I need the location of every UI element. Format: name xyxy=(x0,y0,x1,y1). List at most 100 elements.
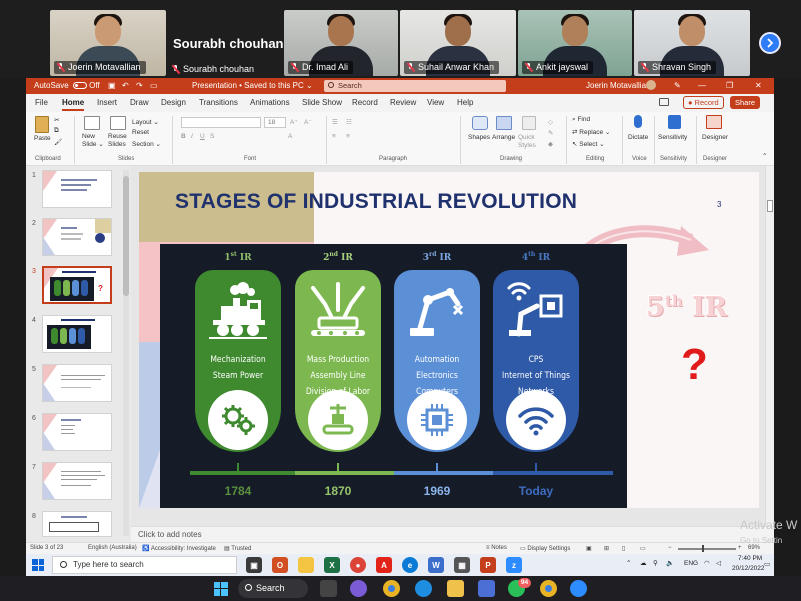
reading-view-icon[interactable]: ▯ xyxy=(622,545,625,552)
chrome-icon[interactable] xyxy=(383,580,400,597)
pen-icon[interactable]: ✎ xyxy=(674,81,681,90)
undo-icon[interactable]: ↶ xyxy=(122,81,129,90)
tab-review[interactable]: Review xyxy=(390,98,416,107)
slide-thumbnail[interactable] xyxy=(42,462,112,500)
zoom-app-icon[interactable]: z xyxy=(506,557,522,573)
tab-view[interactable]: View xyxy=(427,98,444,107)
notifications-icon[interactable]: ▭ xyxy=(764,560,770,568)
slide-thumbnail-selected[interactable]: ? xyxy=(42,266,112,304)
accessibility-status[interactable]: ♿ Accessibility: Investigate xyxy=(142,545,216,552)
office-icon[interactable]: O xyxy=(272,557,288,573)
reset-button[interactable]: Reset xyxy=(132,129,149,136)
slide-thumbnail[interactable] xyxy=(42,413,112,451)
reuse-slides-button[interactable]: Reuse Slides xyxy=(108,133,130,149)
participant-tile[interactable]: Dr. Imad Ali xyxy=(284,10,398,76)
arrange-button[interactable]: Arrange xyxy=(492,134,515,141)
windows-start-icon[interactable] xyxy=(212,580,229,597)
zoom-slider-handle[interactable] xyxy=(702,545,704,552)
search-input[interactable]: Search xyxy=(324,80,506,92)
redo-icon[interactable]: ↷ xyxy=(136,81,143,90)
find-button[interactable]: ⌕ Find xyxy=(572,116,590,124)
paste-button[interactable]: Paste xyxy=(34,135,51,142)
comments-icon[interactable] xyxy=(659,98,669,106)
section-button[interactable]: Section ⌄ xyxy=(132,140,161,148)
language-indicator[interactable]: ENG xyxy=(684,560,698,567)
new-slide-button[interactable]: New Slide ⌄ xyxy=(82,133,104,149)
wifi-icon[interactable]: ◠ xyxy=(704,559,710,567)
layout-button[interactable]: Layout ⌄ xyxy=(132,118,159,126)
slide-thumbnail[interactable] xyxy=(42,364,112,402)
notes-pane[interactable]: Click to add notes xyxy=(131,526,774,542)
host-search-button[interactable]: Search xyxy=(238,579,308,598)
edge-icon[interactable]: e xyxy=(402,557,418,573)
tab-insert[interactable]: Insert xyxy=(97,98,117,107)
participant-tile[interactable]: Suhail Anwar Khan xyxy=(400,10,516,76)
collapse-ribbon-icon[interactable]: ⌃ xyxy=(762,152,767,160)
volume-icon[interactable]: 🔈 xyxy=(666,559,674,567)
remote-search-input[interactable]: Type here to search xyxy=(52,556,237,574)
display-settings-button[interactable]: ▭ Display Settings xyxy=(520,545,570,552)
notes-toggle[interactable]: ≡ Notes xyxy=(486,545,507,551)
tab-home[interactable]: Home xyxy=(62,98,85,111)
document-title[interactable]: Presentation • Saved to this PC ⌄ xyxy=(192,81,313,90)
zoom-app-icon[interactable] xyxy=(570,580,587,597)
slide-thumbnail[interactable] xyxy=(42,218,112,256)
edge-icon[interactable] xyxy=(415,580,432,597)
zoom-slider[interactable] xyxy=(678,548,736,550)
zoom-out-icon[interactable]: − xyxy=(668,545,672,551)
sensitivity-button[interactable]: Sensitivity xyxy=(658,134,687,141)
tab-draw[interactable]: Draw xyxy=(130,98,149,107)
format-painter-icon[interactable]: 🖌 xyxy=(54,138,62,146)
slide-thumbnail[interactable] xyxy=(42,170,112,208)
autosave-toggle[interactable]: AutoSave Off xyxy=(34,81,100,90)
cloud-icon[interactable]: ☁ xyxy=(640,559,647,567)
replace-button[interactable]: ⇄ Replace ⌄ xyxy=(572,128,610,136)
slide-scrollbar[interactable] xyxy=(765,166,774,526)
task-view-icon[interactable] xyxy=(320,580,337,597)
tray-chevron-icon[interactable]: ⌃ xyxy=(626,559,631,567)
font-size-select[interactable]: 18 xyxy=(264,117,286,128)
font-color-icon[interactable]: A xyxy=(288,133,292,140)
italic-icon[interactable]: I xyxy=(191,133,193,140)
start-slideshow-icon[interactable]: ▭ xyxy=(150,81,158,90)
minimize-icon[interactable]: — xyxy=(698,81,706,90)
shape-fill-icon[interactable]: ◇ xyxy=(548,118,553,126)
slide-thumbnail[interactable] xyxy=(42,511,112,537)
tab-record[interactable]: Record xyxy=(352,98,378,107)
network-icon[interactable]: ⚲ xyxy=(653,559,658,567)
slideshow-view-icon[interactable]: ▭ xyxy=(640,545,646,552)
strikethrough-icon[interactable]: S xyxy=(210,133,214,140)
designer-button[interactable]: Designer xyxy=(702,134,728,141)
excel-icon[interactable]: X xyxy=(324,557,340,573)
file-explorer-icon[interactable] xyxy=(447,580,464,597)
share-button[interactable]: Share xyxy=(730,96,761,109)
shape-outline-icon[interactable]: ✎ xyxy=(548,129,553,137)
powerpoint-icon[interactable]: P xyxy=(480,557,496,573)
zoom-level[interactable]: 69% xyxy=(748,545,760,551)
word-icon[interactable]: W xyxy=(428,557,444,573)
select-button[interactable]: ↖ Select ⌄ xyxy=(572,140,605,148)
participant-tile[interactable]: Shravan Singh xyxy=(634,10,750,76)
tab-design[interactable]: Design xyxy=(161,98,186,107)
dictate-button[interactable]: Dictate xyxy=(628,134,648,141)
clock-time[interactable]: 7:40 PM xyxy=(738,555,762,562)
chrome-icon[interactable] xyxy=(540,580,557,597)
record-button[interactable]: Record xyxy=(683,96,724,109)
quick-styles-button[interactable]: Quick Styles xyxy=(518,134,542,150)
slide-thumbnail[interactable] xyxy=(42,315,112,353)
tab-animations[interactable]: Animations xyxy=(250,98,290,107)
grow-font-icon[interactable]: A⁺ xyxy=(290,118,298,126)
chrome-icon[interactable]: ● xyxy=(350,557,366,573)
speaker-icon[interactable]: ◁ xyxy=(716,559,721,567)
shapes-button[interactable]: Shapes xyxy=(468,134,490,141)
shrink-font-icon[interactable]: A⁻ xyxy=(304,118,312,126)
tab-transitions[interactable]: Transitions xyxy=(199,98,238,107)
task-view-icon[interactable]: ▣ xyxy=(246,557,262,573)
participant-tile[interactable]: Sourabh chouhan Sourabh chouhan xyxy=(168,10,284,76)
cut-icon[interactable]: ✂ xyxy=(54,116,59,124)
copy-icon[interactable]: ⧉ xyxy=(54,127,59,135)
bold-icon[interactable]: B xyxy=(181,133,186,140)
underline-icon[interactable]: U xyxy=(200,133,205,140)
clock-date[interactable]: 20/12/2022 xyxy=(732,565,765,572)
restore-icon[interactable]: ❐ xyxy=(726,81,733,90)
